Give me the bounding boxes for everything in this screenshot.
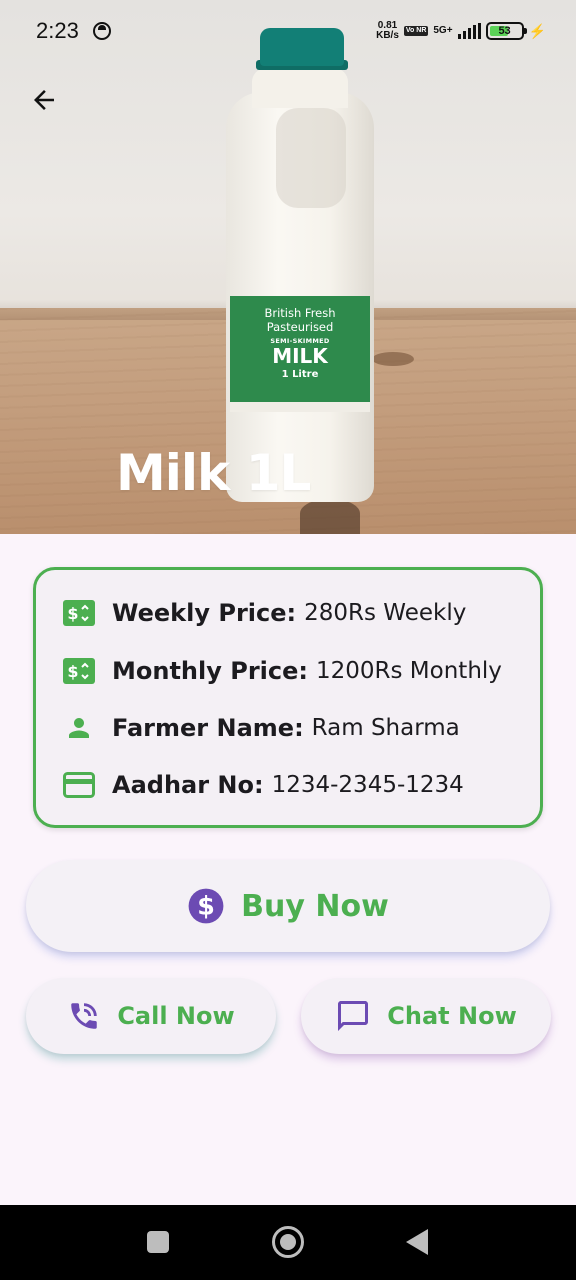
weekly-price-label: Weekly Price: [112, 599, 297, 627]
wood-knot [372, 352, 414, 366]
call-now-button[interactable]: Call Now [26, 978, 276, 1054]
aadhar-label: Aadhar No: [112, 771, 264, 799]
farmer-name-label: Farmer Name: [112, 714, 304, 742]
battery-level: 53 [498, 25, 511, 37]
system-nav-bar [0, 1205, 576, 1280]
wood-crack [300, 500, 360, 534]
status-bar: 2:23 0.81 KB/s Vo NR 5G+ 53 ⚡ [0, 0, 576, 60]
buy-now-button[interactable]: $ Buy Now [26, 860, 550, 952]
monthly-price-row: $ Monthly Price: 1200Rs Monthly [62, 651, 502, 691]
milk-bottle: British Fresh Pasteurised SEMI-SKIMMED M… [222, 28, 378, 502]
notification-face-icon [93, 22, 111, 40]
weekly-price-row: $ Weekly Price: 280Rs Weekly [62, 593, 466, 633]
bottle-neck [252, 68, 348, 108]
bottle-handle [276, 108, 346, 208]
chat-now-button[interactable]: Chat Now [301, 978, 551, 1054]
chat-bubble-icon [338, 1001, 369, 1031]
product-details-card: $ Weekly Price: 280Rs Weekly $ Monthly P… [33, 567, 543, 828]
network-type: 5G+ [433, 25, 453, 36]
buy-now-label: Buy Now [241, 888, 389, 924]
phone-call-icon [71, 1003, 98, 1029]
svg-text:$: $ [67, 604, 78, 623]
card-icon [62, 768, 96, 802]
weekly-price-value: 280Rs Weekly [304, 600, 467, 626]
call-now-label: Call Now [117, 1002, 235, 1030]
bottle-label-type: Pasteurised [266, 320, 334, 334]
bottle-label-milk: MILK [272, 344, 328, 368]
dollar-icon: $ [188, 888, 224, 924]
farmer-name-value: Ram Sharma [311, 715, 460, 741]
bottle-label-volume: 1 Litre [281, 369, 319, 380]
network-speed-unit: KB/s [376, 30, 399, 41]
monthly-price-label: Monthly Price: [112, 657, 308, 685]
product-title: Milk 1L [116, 444, 311, 502]
charging-icon: ⚡ [528, 22, 546, 39]
svg-text:$: $ [67, 662, 78, 681]
bottle-label-brand: British Fresh [264, 306, 336, 320]
monthly-price-value: 1200Rs Monthly [316, 658, 502, 684]
person-icon [62, 711, 96, 745]
price-tag-icon: $ [62, 596, 96, 630]
chat-now-label: Chat Now [387, 1002, 517, 1030]
bottle-band [230, 402, 370, 412]
status-time: 2:23 [36, 18, 79, 43]
back-triangle-icon[interactable] [406, 1229, 428, 1255]
arrow-left-icon [34, 90, 54, 110]
price-tag-icon: $ [62, 654, 96, 688]
network-speed: 0.81 KB/s [376, 21, 399, 41]
product-image: British Fresh Pasteurised SEMI-SKIMMED M… [0, 0, 576, 534]
battery-icon: 53 [485, 22, 527, 40]
svg-text:$: $ [197, 891, 215, 921]
farmer-name-row: Farmer Name: Ram Sharma [62, 708, 460, 748]
status-indicators: 0.81 KB/s Vo NR 5G+ 53 ⚡ [376, 18, 546, 44]
home-icon[interactable] [272, 1226, 304, 1258]
back-button[interactable] [22, 78, 66, 122]
volte-badge: Vo NR [403, 26, 429, 36]
bottle-label: British Fresh Pasteurised SEMI-SKIMMED M… [230, 296, 370, 402]
aadhar-row: Aadhar No: 1234-2345-1234 [62, 765, 464, 805]
signal-icon [457, 23, 481, 39]
aadhar-value: 1234-2345-1234 [271, 772, 464, 798]
recents-icon[interactable] [147, 1231, 169, 1253]
